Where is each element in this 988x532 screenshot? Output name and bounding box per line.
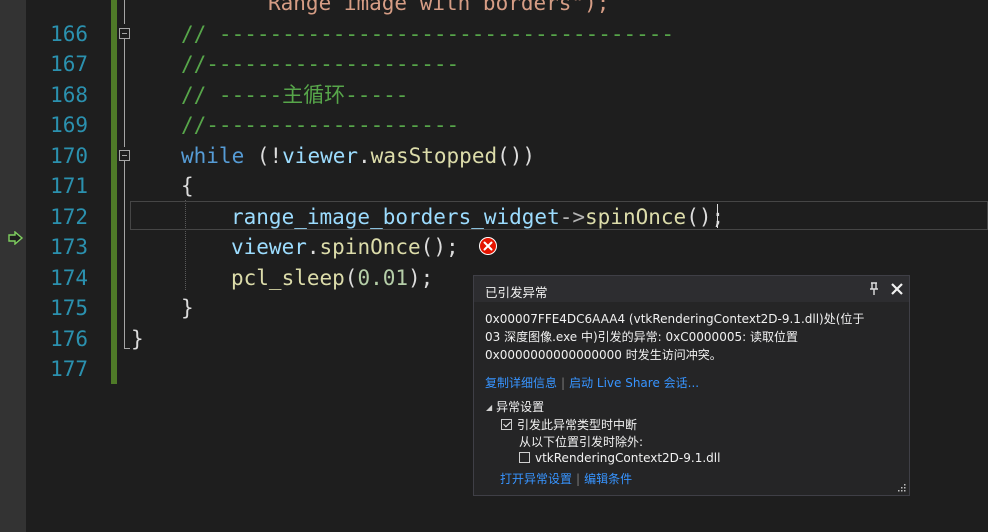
brace: } [131, 327, 144, 351]
operator: -> [559, 205, 586, 229]
open-exception-settings-link[interactable]: 打开异常设置 [500, 472, 572, 486]
punctuation: ()) [497, 144, 536, 168]
text-caret [717, 204, 718, 228]
comment: //-------------------- [181, 113, 460, 137]
line-number: 167 [50, 52, 88, 76]
break-when-thrown-checkbox[interactable] [501, 419, 512, 430]
punctuation: . [358, 144, 371, 168]
line-number: 168 [50, 83, 88, 107]
line-number: 172 [50, 205, 88, 229]
identifier: viewer [231, 235, 307, 259]
punctuation: (); [420, 235, 459, 259]
code-line[interactable]: viewer.spinOnce(); [231, 232, 459, 262]
exception-links: 复制详细信息 | 启动 Live Share 会话... [485, 374, 699, 391]
function-name: wasStopped [370, 144, 498, 168]
line-number: 174 [50, 266, 88, 290]
exception-error-icon[interactable] [479, 237, 497, 255]
outline-line [124, 161, 125, 348]
function-name: spinOnce [319, 235, 421, 259]
line-number: 176 [50, 327, 88, 351]
break-when-thrown-option[interactable]: 引发此异常类型时中断 [501, 416, 637, 433]
line-number: 166 [50, 22, 88, 46]
exception-message-line: 03 深度图像.exe 中)引发的异常: 0xC0000005: 读取位置 [485, 330, 798, 344]
code-line[interactable]: pcl_sleep(0.01); [231, 263, 433, 293]
brace: { [181, 174, 194, 198]
identifier: range_image_borders_widget [231, 205, 560, 229]
brace: } [181, 296, 194, 320]
punctuation: ( [344, 266, 358, 290]
resize-grip-icon[interactable] [896, 482, 906, 492]
comment: //-------------------- [181, 52, 460, 76]
exception-popup-title: 已引发异常 [485, 285, 548, 300]
exception-message-line: 0x0000000000000000 时发生访问冲突。 [485, 348, 722, 362]
code-line[interactable]: { [181, 171, 194, 201]
line-number: 169 [50, 113, 88, 137]
line-number: 175 [50, 296, 88, 320]
break-when-thrown-label: 引发此异常类型时中断 [517, 418, 638, 432]
link-separator: | [561, 376, 566, 390]
module-exception-checkbox[interactable] [519, 452, 530, 463]
exception-settings-label: 异常设置 [496, 400, 545, 414]
glyph-margin[interactable] [0, 0, 26, 532]
outline-end [124, 348, 130, 349]
copy-details-link[interactable]: 复制详细信息 [485, 376, 557, 390]
exception-message-line: 0x00007FFE4DC6AAA4 (vtkRenderingContext2… [485, 312, 865, 326]
keyword: while [181, 144, 245, 168]
code-line[interactable]: while (!viewer.wasStopped()) [181, 141, 535, 171]
pin-icon[interactable] [868, 282, 880, 296]
punctuation: . [306, 235, 320, 259]
comment: // ------------------------------------ [181, 22, 675, 46]
exception-settings-links: 打开异常设置 | 编辑条件 [500, 470, 632, 487]
outline-line [124, 0, 125, 24]
identifier: viewer [282, 144, 359, 168]
code-line[interactable]: // -----主循环----- [181, 80, 408, 110]
except-from-label: 从以下位置引发时除外: [519, 435, 644, 449]
exception-message: 0x00007FFE4DC6AAA4 (vtkRenderingContext2… [485, 310, 897, 364]
collapse-toggle-icon[interactable] [119, 150, 130, 161]
link-separator: | [576, 472, 581, 486]
exception-popup[interactable]: 已引发异常 0x00007FFE4DC6AAA4 (vtkRenderingCo… [473, 275, 910, 496]
line-number: 173 [50, 235, 88, 259]
punctuation: (! [244, 144, 283, 168]
code-line[interactable]: Range image with borders"); [268, 0, 609, 18]
comment: // -----主循环----- [181, 83, 409, 107]
collapse-triangle-icon[interactable]: ◢ [486, 403, 492, 412]
code-line[interactable]: //-------------------- [181, 110, 459, 140]
punctuation: (); [686, 205, 725, 229]
code-line[interactable]: //-------------------- [181, 49, 459, 79]
outline-line [124, 39, 125, 147]
exception-popup-header: 已引发异常 [474, 276, 909, 302]
code-line[interactable]: // ------------------------------------ [181, 19, 674, 49]
close-icon[interactable] [889, 281, 905, 297]
string-literal: Range image with borders"); [268, 0, 610, 15]
function-name: pcl_sleep [231, 266, 345, 290]
punctuation: ); [408, 266, 434, 290]
collapse-toggle-icon[interactable] [119, 28, 130, 39]
module-name: vtkRenderingContext2D-9.1.dll [535, 451, 721, 465]
line-number [30, 0, 88, 18]
module-exception-option[interactable]: vtkRenderingContext2D-9.1.dll [519, 451, 720, 465]
current-statement-arrow-icon [8, 231, 24, 245]
exception-settings-header[interactable]: ◢ 异常设置 [486, 398, 544, 415]
function-name: spinOnce [585, 205, 687, 229]
line-number: 177 [50, 357, 88, 381]
x-mark-icon [483, 241, 493, 251]
change-tracking-bar [111, 0, 117, 384]
code-line[interactable]: } [131, 324, 144, 354]
code-line[interactable]: } [181, 293, 194, 323]
edit-conditions-link[interactable]: 编辑条件 [584, 472, 632, 486]
code-line[interactable]: range_image_borders_widget->spinOnce(); [231, 202, 724, 232]
line-number: 171 [50, 174, 88, 198]
number-literal: 0.01 [357, 266, 409, 290]
start-live-share-link[interactable]: 启动 Live Share 会话... [569, 376, 699, 390]
line-number: 170 [50, 144, 88, 168]
